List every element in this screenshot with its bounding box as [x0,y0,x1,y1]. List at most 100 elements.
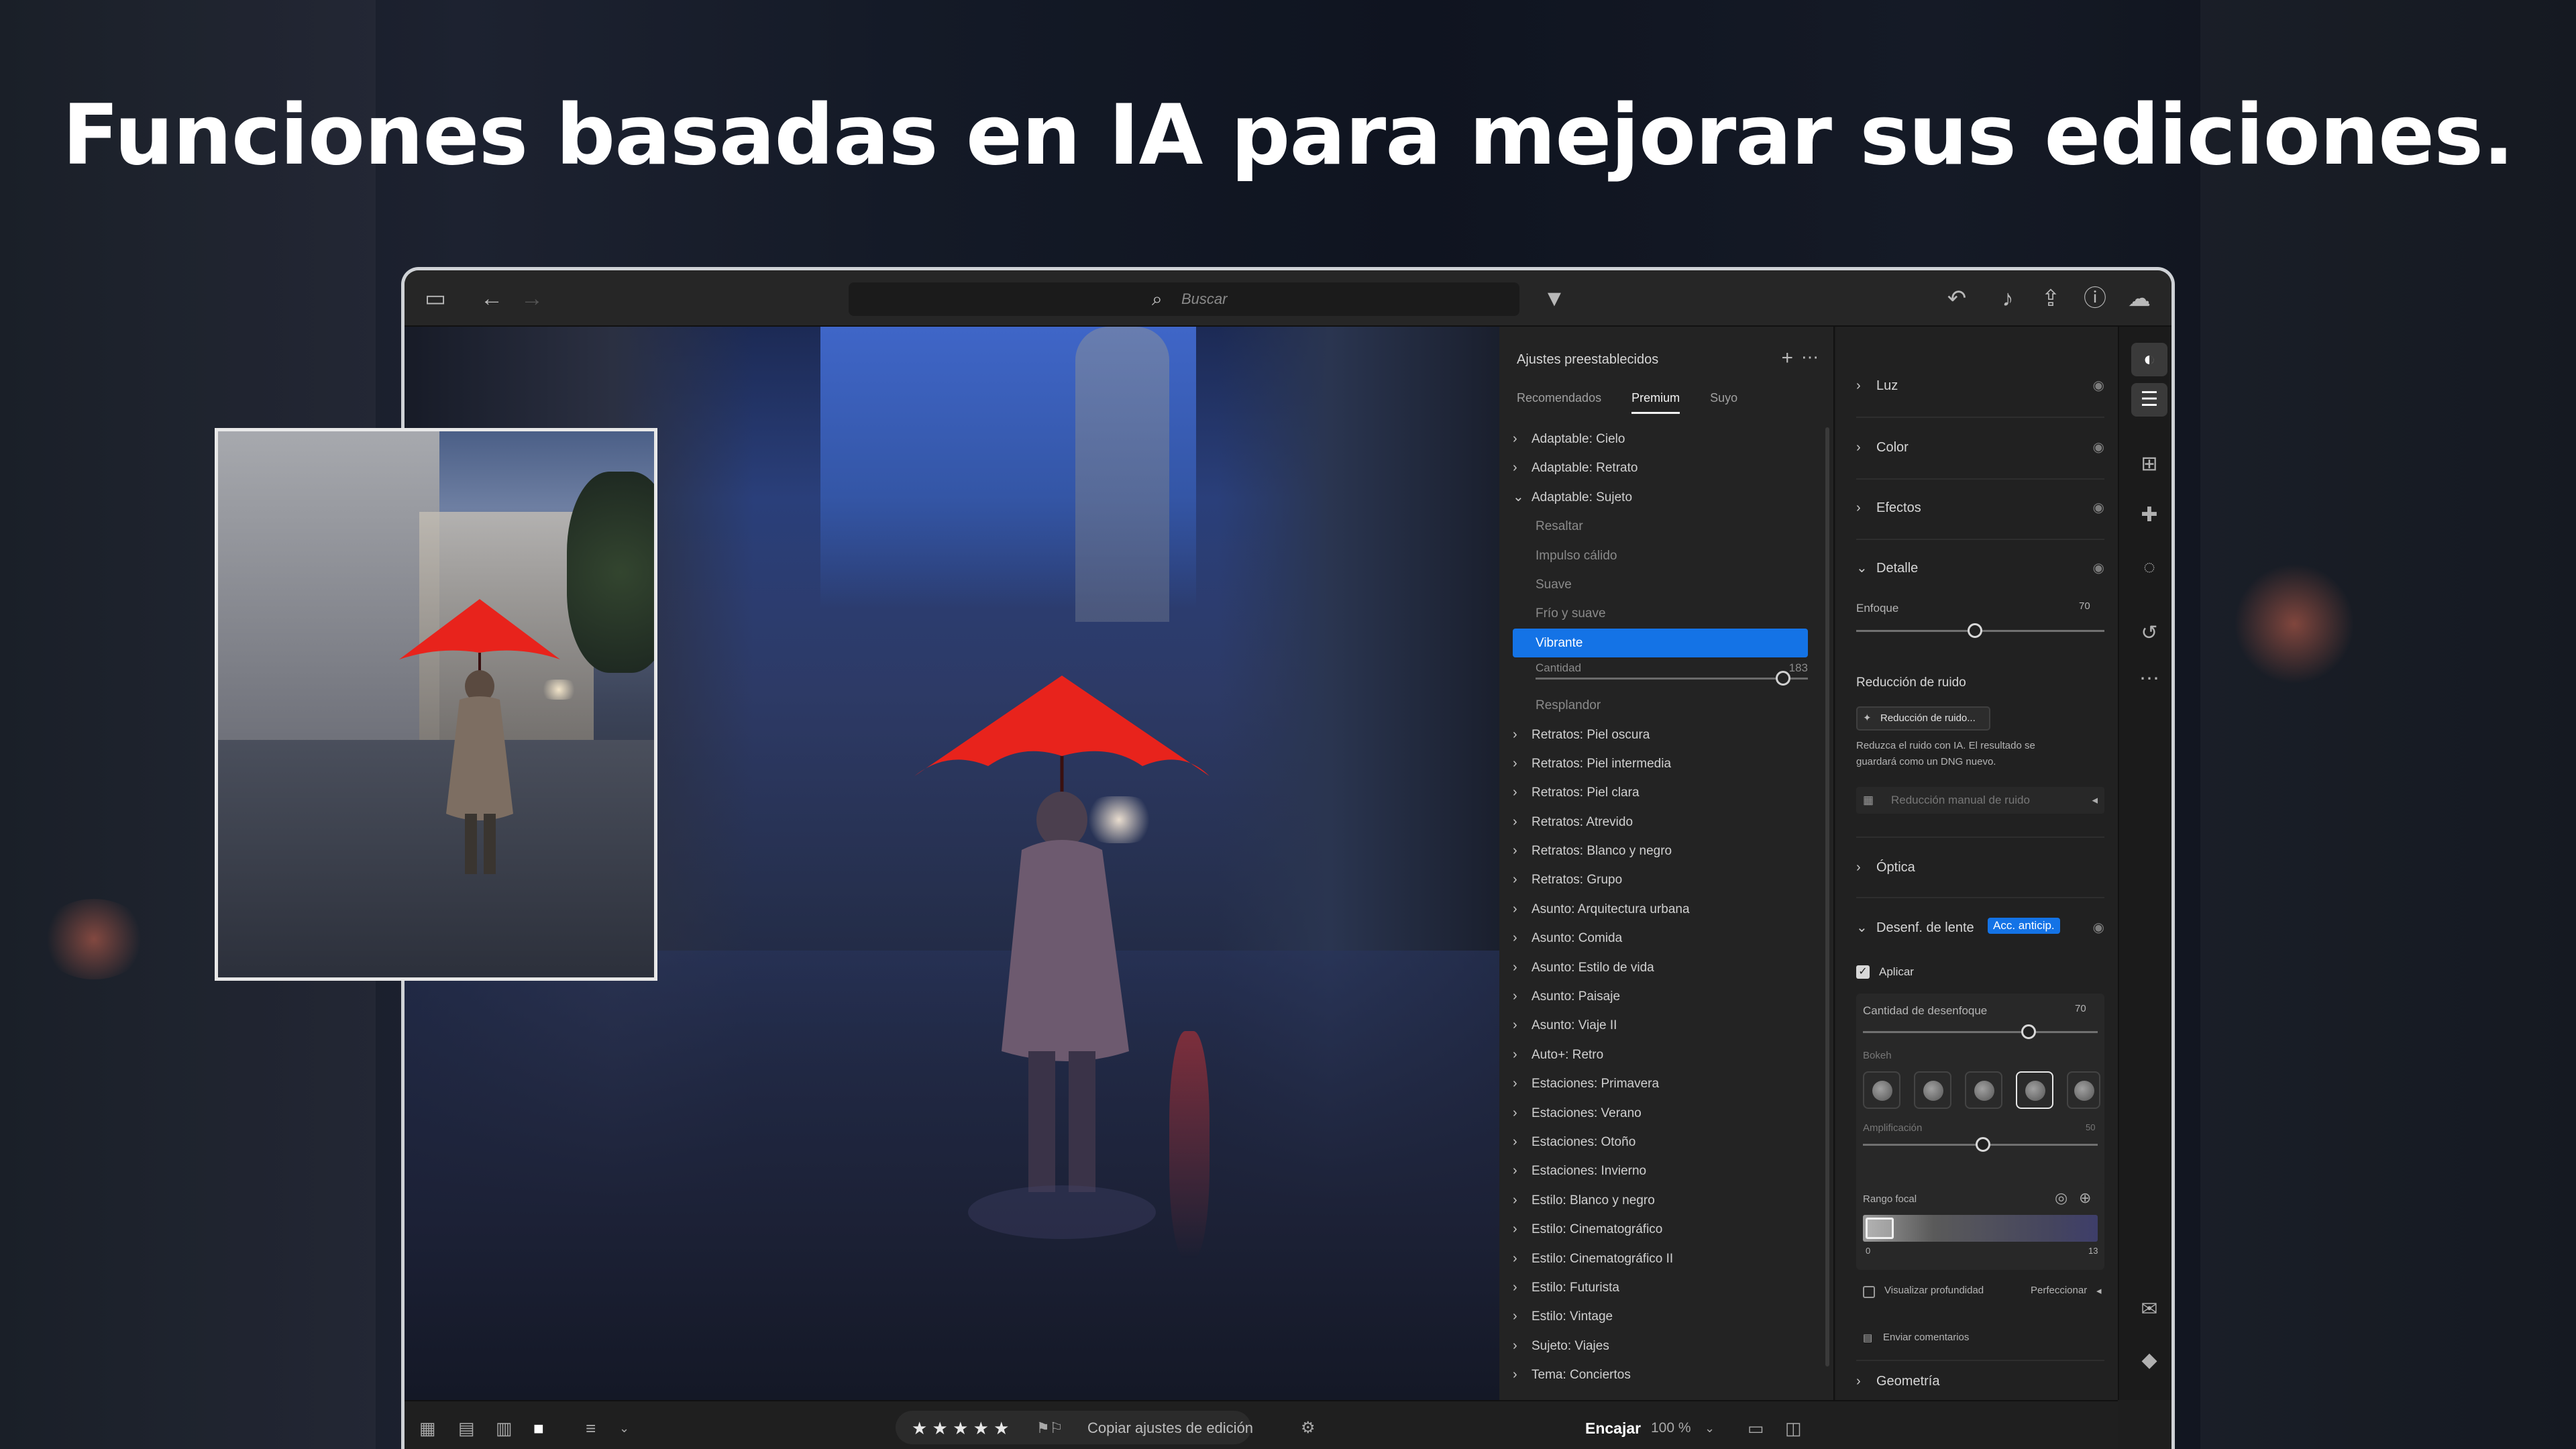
cloud-icon[interactable]: ☁ [2123,284,2155,313]
preset-group[interactable]: › Estaciones: Primavera [1513,1069,1808,1098]
preset-group[interactable]: › Retratos: Blanco y negro [1513,837,1808,865]
section-desenf-lente[interactable]: ⌄ Desenf. de lente ◉ [1856,914,2104,941]
bokeh-option-3[interactable] [1965,1071,2002,1109]
before-after-icon[interactable]: ◫ [1785,1413,1802,1443]
bokeh-option-2[interactable] [1914,1071,1951,1109]
bell-icon[interactable]: ♪ [1992,284,2024,313]
preset-group[interactable]: › Estaciones: Verano [1513,1099,1808,1128]
mask-icon[interactable]: ◌ [2131,551,2167,584]
comments-icon[interactable]: ✉ [2131,1293,2167,1326]
bokeh-option-1[interactable] [1863,1071,1900,1109]
grid-view-icon[interactable]: ▦ [419,1413,436,1443]
zoom-chevron-icon[interactable]: ⌄ [1705,1413,1715,1443]
presets-scrollbar[interactable] [1825,427,1829,1366]
preset-group[interactable]: › Estilo: Cinematográfico [1513,1215,1808,1244]
section-luz[interactable]: › Luz ◉ [1856,372,2104,399]
cantidad-slider-knob[interactable] [2021,1024,2036,1039]
more-options-icon[interactable]: ⋯ [1801,347,1819,368]
preset-group[interactable]: › Estaciones: Invierno [1513,1157,1808,1185]
gear-icon[interactable]: ⚙ [1301,1413,1316,1443]
preset-item[interactable]: Impulso cálido [1513,541,1808,570]
preset-group[interactable]: › Asunto: Arquitectura urbana [1513,895,1808,924]
enfoque-value[interactable]: 70 [2079,600,2090,612]
cantidad-track[interactable] [1536,678,1808,680]
square-grid-icon[interactable]: ▤ [458,1413,475,1443]
filmstrip-icon[interactable]: ▥ [496,1413,513,1443]
star-rating[interactable]: ★ ★ ★ ★ ★ [912,1413,1009,1443]
eye-icon[interactable]: ◉ [2093,494,2104,521]
fit-button[interactable]: Encajar [1585,1413,1641,1443]
copy-settings-button[interactable]: Copiar ajustes de edición [1087,1413,1253,1443]
preset-group[interactable]: › Estilo: Futurista [1513,1273,1808,1302]
eye-icon[interactable]: ◉ [2093,434,2104,461]
cantidad-knob[interactable] [1776,671,1790,686]
forward-arrow-icon[interactable]: → [516,284,548,313]
preset-group[interactable]: › Adaptable: Retrato [1513,453,1808,482]
sort-icon[interactable]: ≡ [586,1413,596,1443]
tab-recomendados[interactable]: Recomendados [1517,391,1601,412]
presets-tool-icon[interactable]: ◐ [2131,343,2167,376]
zoom-level[interactable]: 100 % [1651,1413,1691,1443]
preset-item[interactable]: Resaltar [1513,512,1808,541]
enfoque-slider-knob[interactable] [1968,623,1982,638]
preset-group[interactable]: › Retratos: Piel clara [1513,778,1808,807]
section-geometria[interactable]: › Geometría [1856,1368,2104,1395]
feedback-link[interactable]: ▤ Enviar comentarios [1863,1332,1969,1344]
focal-range-handle[interactable] [1866,1218,1894,1239]
preset-group[interactable]: › Asunto: Viaje II [1513,1011,1808,1040]
cantidad-slider[interactable]: Cantidad 183 [1513,657,1808,691]
preset-group[interactable]: › Adaptable: Cielo [1513,425,1808,453]
preset-item[interactable]: Frío y suave [1513,599,1808,628]
preset-group[interactable]: › Estilo: Vintage [1513,1302,1808,1331]
tab-suyo[interactable]: Suyo [1710,391,1737,412]
preset-group[interactable]: › Tema: Conciertos [1513,1360,1808,1389]
cantidad-value[interactable]: 70 [2075,1003,2086,1014]
search-input[interactable]: ⌕ Buscar [849,282,1519,316]
sort-chevron-icon[interactable]: ⌄ [619,1413,629,1443]
share-icon[interactable]: ⇪ [2035,284,2067,313]
healing-icon[interactable]: ✚ [2131,498,2167,532]
help-icon[interactable]: ⓘ [2079,284,2111,313]
ampl-value[interactable]: 50 [2086,1122,2095,1132]
visualizar-checkbox[interactable] [1863,1286,1875,1298]
crop-icon[interactable]: ⊞ [2131,447,2167,481]
cantidad-track[interactable] [1863,1031,2098,1033]
section-color[interactable]: › Color ◉ [1856,434,2104,461]
preset-group[interactable]: › Sujeto: Viajes [1513,1332,1808,1360]
more-tools-icon[interactable]: ⋯ [2131,662,2167,696]
preset-group[interactable]: › Asunto: Paisaje [1513,982,1808,1011]
preset-group[interactable]: › Auto+: Retro [1513,1040,1808,1069]
preset-group[interactable]: › Estaciones: Otoño [1513,1128,1808,1157]
target-icon[interactable]: ⊕ [2079,1189,2091,1207]
manual-noise-row[interactable]: ▦ Reducción manual de ruido ◂ [1856,787,2104,814]
subject-icon[interactable]: ◎ [2055,1189,2068,1207]
back-arrow-icon[interactable]: ← [476,284,508,313]
flag-icon[interactable]: ⚑⚐ [1036,1413,1063,1443]
aplicar-checkbox[interactable]: ✓ [1856,965,1870,979]
preset-item[interactable]: Suave [1513,570,1808,599]
perfeccionar-button[interactable]: Perfeccionar [2031,1285,2087,1296]
preset-item[interactable]: Resplandor [1513,691,1808,720]
preset-group[interactable]: › Retratos: Grupo [1513,865,1808,894]
filter-icon[interactable]: ▼ [1538,284,1570,313]
preset-group[interactable]: › Retratos: Atrevido [1513,808,1808,837]
bokeh-option-4[interactable] [2016,1071,2053,1109]
bokeh-option-5[interactable] [2067,1071,2100,1109]
eye-icon[interactable]: ◉ [2093,914,2104,941]
compare-icon[interactable]: ▭ [1748,1413,1764,1443]
preset-group[interactable]: ⌄ Adaptable: Sujeto [1513,483,1808,512]
detail-view-icon[interactable]: ■ [533,1413,544,1443]
tab-premium[interactable]: Premium [1631,391,1680,414]
undo-icon[interactable]: ↶ [1941,284,1973,313]
panel-toggle-icon[interactable]: ▭ [419,284,451,313]
section-detalle[interactable]: ⌄ Detalle ◉ [1856,555,2104,582]
ai-denoise-button[interactable]: ✦ Reducción de ruido... [1856,706,1990,731]
preset-group[interactable]: › Asunto: Comida [1513,924,1808,953]
preset-group[interactable]: › Estilo: Cinematográfico II [1513,1244,1808,1273]
ampl-slider-knob[interactable] [1976,1137,1990,1152]
history-icon[interactable]: ↺ [2131,616,2167,650]
add-preset-icon[interactable]: + [1781,347,1793,370]
preset-group[interactable]: › Retratos: Piel intermedia [1513,749,1808,778]
section-efectos[interactable]: › Efectos ◉ [1856,494,2104,521]
edit-sliders-icon[interactable]: ☰ [2131,383,2167,417]
